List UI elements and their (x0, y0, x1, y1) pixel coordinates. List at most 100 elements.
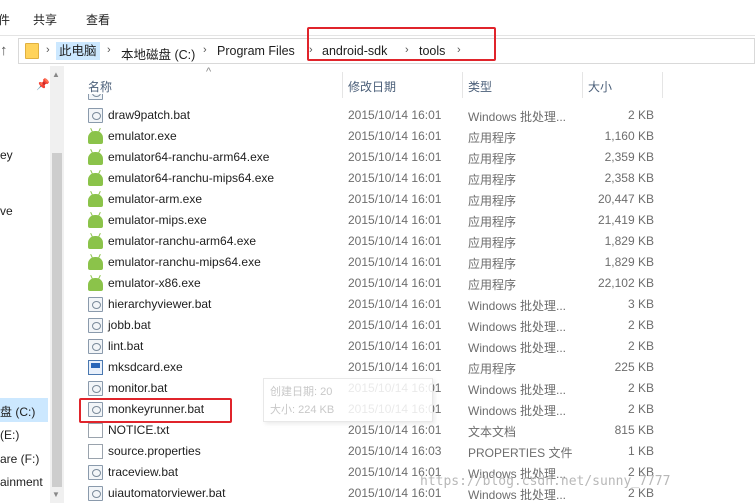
file-row[interactable]: emulator-ranchu-mips64.exe 2015/10/14 16:… (64, 252, 755, 273)
scroll-down-icon[interactable]: ▼ (52, 490, 60, 499)
file-name: emulator-x86.exe (108, 276, 201, 290)
app-exe-icon (88, 360, 103, 375)
file-row[interactable]: emulator-ranchu-arm64.exe 2015/10/14 16:0… (64, 231, 755, 252)
android-exe-icon (88, 173, 103, 186)
file-size: 2 KB (627, 339, 654, 353)
file-type: Windows 批处理... (468, 341, 567, 355)
tab-file[interactable]: 件 (0, 11, 10, 28)
file-name: mksdcard.exe (108, 360, 183, 374)
file-list: draw9patch.bat 2015/10/14 16:01 Windows 批处… (64, 94, 755, 503)
nav-item[interactable]: ey (0, 148, 13, 162)
file-type: Windows 批处理... (468, 404, 567, 418)
highlight-box-path (307, 27, 496, 61)
file-type: 应用程序 (468, 278, 517, 292)
bat-file-icon (88, 339, 103, 354)
file-row[interactable]: lint.bat 2015/10/14 16:01 Windows 批处理... 2 … (64, 336, 755, 357)
file-date: 2015/10/14 16:01 (348, 339, 442, 353)
file-row[interactable]: jobb.bat 2015/10/14 16:01 Windows 批处理... 2 … (64, 315, 755, 336)
file-row[interactable]: emulator-x86.exe 2015/10/14 16:01 应用程序 22,1… (64, 273, 755, 294)
header-date[interactable]: 修改日期 (348, 78, 396, 95)
watermark: https://blog.csdn.net/sunny_7777 (420, 474, 671, 489)
file-row[interactable]: hierarchyviewer.bat 2015/10/14 16:01 Windo… (64, 294, 755, 315)
file-size: 1 KB (627, 444, 654, 458)
file-name: emulator-mips.exe (108, 213, 207, 227)
file-row[interactable]: emulator-mips.exe 2015/10/14 16:01 应用程序 21,… (64, 210, 755, 231)
android-exe-icon (88, 236, 103, 249)
file-type: Windows 批处理... (468, 383, 567, 397)
bat-file-icon (88, 318, 103, 333)
nav-item[interactable]: ainment (0, 475, 43, 489)
file-size: 2 KB (627, 381, 654, 395)
file-name: emulator64-ranchu-arm64.exe (108, 150, 270, 164)
file-size: 2,358 KB (604, 171, 654, 185)
file-date: 2015/10/14 16:01 (348, 129, 442, 143)
android-exe-icon (88, 257, 103, 270)
file-size: 225 KB (614, 360, 654, 374)
file-name: source.properties (108, 444, 201, 458)
file-size: 2 KB (627, 402, 654, 416)
scrollbar-thumb[interactable] (52, 153, 62, 487)
tab-view[interactable]: 查看 (86, 11, 110, 28)
android-exe-icon (88, 278, 103, 291)
file-row[interactable]: emulator64-ranchu-arm64.exe 2015/10/14 16… (64, 147, 755, 168)
file-type: PROPERTIES 文件 (468, 446, 573, 460)
file-name: emulator64-ranchu-mips64.exe (108, 171, 275, 185)
file-row[interactable]: emulator-arm.exe 2015/10/14 16:01 应用程序 20,4… (64, 189, 755, 210)
file-type: 应用程序 (468, 131, 517, 145)
file-type: Windows 批处理... (468, 320, 567, 334)
file-type: Windows 批处理... (468, 299, 567, 313)
navigation-pane: 📌 ey ve 盘 (C:) (E:) are (F:) ainment ▲ ▼ (0, 66, 64, 503)
nav-item-drive-e[interactable]: (E:) (0, 428, 19, 442)
header-size[interactable]: 大小 (588, 78, 612, 95)
file-row[interactable]: emulator64-ranchu-mips64.exe 2015/10/14 1… (64, 168, 755, 189)
android-exe-icon (88, 194, 103, 207)
scroll-up-icon[interactable]: ▲ (52, 70, 60, 79)
file-date: 2015/10/14 16:01 (348, 150, 442, 164)
file-name: emulator-ranchu-arm64.exe (108, 234, 257, 248)
breadcrumb-this-pc[interactable]: 此电脑 (56, 42, 100, 60)
tooltip-line: 创建日期: 20 (270, 386, 333, 398)
tooltip-line: 大小: 224 KB (270, 404, 335, 416)
nav-item-drive-c[interactable]: 盘 (C:) (0, 403, 35, 420)
nav-item[interactable]: ve (0, 204, 13, 218)
nav-scrollbar[interactable]: ▲ ▼ (50, 66, 64, 503)
breadcrumb-local-disk[interactable]: 本地磁盘 (C:) (121, 44, 195, 63)
chevron-right-icon[interactable]: › (107, 44, 111, 56)
chevron-right-icon[interactable]: › (46, 44, 50, 56)
file-size: 1,829 KB (604, 234, 654, 248)
file-name: jobb.bat (108, 318, 151, 332)
file-name: traceview.bat (108, 465, 179, 479)
up-arrow-icon[interactable]: ↑ (0, 41, 14, 61)
chevron-right-icon[interactable]: › (203, 44, 207, 56)
file-row[interactable]: NOTICE.txt 2015/10/14 16:01 文本文档 815 KB (64, 420, 755, 441)
header-name[interactable]: 名称 (88, 78, 112, 95)
file-name: NOTICE.txt (108, 423, 170, 437)
file-size: 1,160 KB (604, 129, 654, 143)
file-type: 应用程序 (468, 362, 517, 376)
header-type[interactable]: 类型 (468, 78, 492, 95)
file-name: emulator-arm.exe (108, 192, 203, 206)
nav-item-drive-f[interactable]: are (F:) (0, 452, 39, 466)
breadcrumb-program-files[interactable]: Program Files (217, 44, 295, 58)
file-size: 3 KB (627, 297, 654, 311)
file-row-partial[interactable] (64, 94, 755, 103)
file-size: 22,102 KB (597, 276, 654, 290)
file-name: draw9patch.bat (108, 108, 191, 122)
file-row[interactable]: mksdcard.exe 2015/10/14 16:01 应用程序 225 KB (64, 357, 755, 378)
file-date: 2015/10/14 16:01 (348, 234, 442, 248)
highlight-box-monkeyrunner (79, 398, 232, 423)
file-type: 应用程序 (468, 152, 517, 166)
tab-share[interactable]: 共享 (33, 11, 57, 28)
file-name: monitor.bat (108, 381, 168, 395)
file-size: 21,419 KB (597, 213, 654, 227)
properties-file-icon (88, 444, 103, 459)
bat-file-icon (88, 465, 103, 480)
file-row[interactable]: emulator.exe 2015/10/14 16:01 应用程序 1,160 KB (64, 126, 755, 147)
file-row[interactable]: source.properties 2015/10/14 16:03 PROPERT… (64, 441, 755, 462)
file-date: 2015/10/14 16:01 (348, 192, 442, 206)
bat-file-icon (88, 94, 103, 100)
pin-icon[interactable]: 📌 (36, 78, 50, 91)
file-size: 1,829 KB (604, 255, 654, 269)
file-date: 2015/10/14 16:01 (348, 108, 442, 122)
file-row[interactable]: draw9patch.bat 2015/10/14 16:01 Windows 批处… (64, 105, 755, 126)
